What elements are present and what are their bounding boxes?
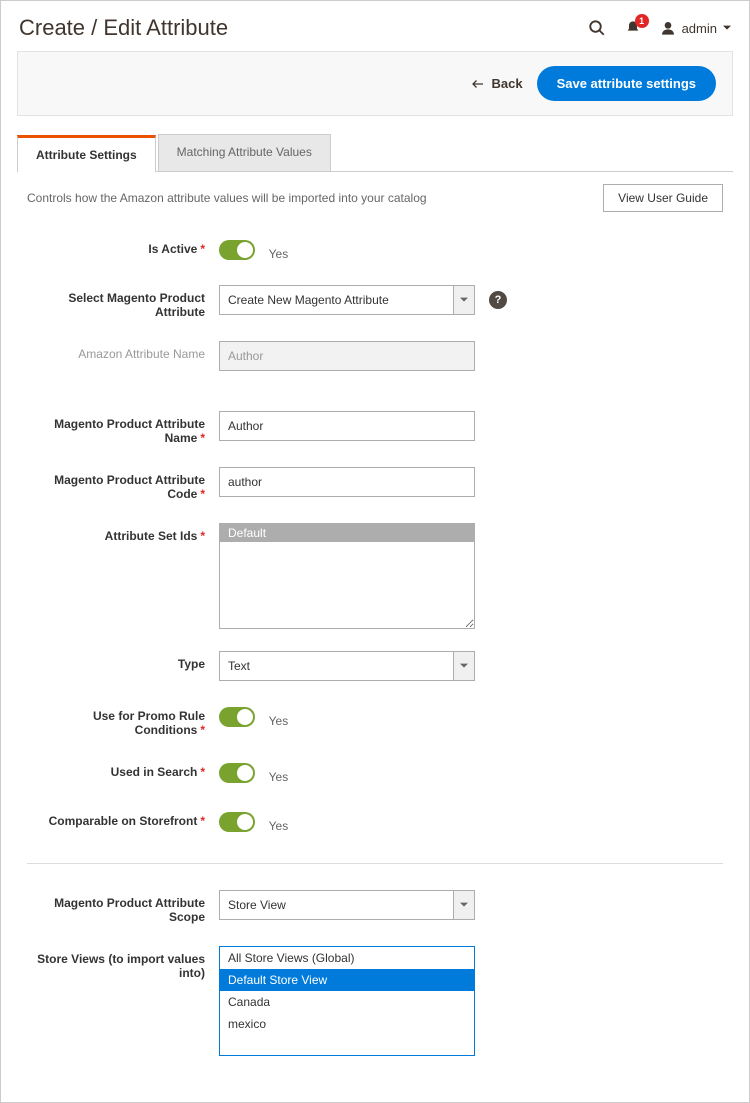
search-icon[interactable] — [588, 19, 606, 37]
row-scope: Magento Product Attribute Scope Store Vi… — [27, 890, 723, 924]
back-button[interactable]: Back — [471, 76, 522, 91]
row-search: Used in Search* Yes — [27, 759, 723, 786]
label-type: Type — [27, 651, 219, 671]
toggle-is-active[interactable] — [219, 240, 255, 260]
description-row: Controls how the Amazon attribute values… — [27, 184, 723, 212]
label-is-active: Is Active* — [27, 236, 219, 256]
store-view-option[interactable]: mexico — [220, 1013, 474, 1035]
toggle-is-active-label: Yes — [269, 247, 289, 261]
row-mage-code: Magento Product Attribute Code* — [27, 467, 723, 501]
row-amazon-name: Amazon Attribute Name — [27, 341, 723, 371]
label-mage-name: Magento Product Attribute Name* — [27, 411, 219, 445]
row-type: Type Text — [27, 651, 723, 681]
tabs: Attribute Settings Matching Attribute Va… — [17, 134, 733, 172]
row-promo: Use for Promo Rule Conditions* Yes — [27, 703, 723, 737]
input-amazon-name — [219, 341, 475, 371]
select-scope-value: Store View — [219, 890, 453, 920]
label-comparable: Comparable on Storefront* — [27, 808, 219, 828]
tab-matching-values[interactable]: Matching Attribute Values — [158, 134, 331, 171]
multiselect-attribute-set[interactable]: Default — [219, 523, 475, 629]
row-select-attribute: Select Magento Product Attribute Create … — [27, 285, 723, 319]
save-button[interactable]: Save attribute settings — [537, 66, 716, 101]
label-mage-code: Magento Product Attribute Code* — [27, 467, 219, 501]
control-is-active: Yes — [219, 236, 475, 263]
toggle-search[interactable] — [219, 763, 255, 783]
store-view-option[interactable]: Canada — [220, 991, 474, 1013]
input-mage-name[interactable] — [219, 411, 475, 441]
row-store-views: Store Views (to import values into) All … — [27, 946, 723, 1056]
label-amazon-name: Amazon Attribute Name — [27, 341, 219, 361]
section-divider — [27, 863, 723, 864]
toggle-comparable-label: Yes — [269, 819, 289, 833]
user-menu[interactable]: admin — [660, 20, 731, 36]
row-attr-set: Attribute Set Ids* Default — [27, 523, 723, 629]
toggle-promo[interactable] — [219, 707, 255, 727]
select-type[interactable]: Text — [219, 651, 475, 681]
input-mage-code[interactable] — [219, 467, 475, 497]
select-scope[interactable]: Store View — [219, 890, 475, 920]
label-promo: Use for Promo Rule Conditions* — [27, 703, 219, 737]
chevron-down-icon — [453, 651, 475, 681]
page-header: Create / Edit Attribute 1 admin — [1, 1, 749, 51]
store-view-option[interactable]: Default Store View — [220, 969, 474, 991]
action-bar: Back Save attribute settings — [17, 51, 733, 116]
arrow-left-icon — [471, 78, 485, 90]
listbox-store-views[interactable]: All Store Views (Global) Default Store V… — [219, 946, 475, 1056]
store-view-option[interactable]: All Store Views (Global) — [220, 947, 474, 969]
tab-attribute-settings[interactable]: Attribute Settings — [17, 135, 156, 172]
description-text: Controls how the Amazon attribute values… — [27, 191, 427, 205]
notification-badge: 1 — [635, 14, 649, 28]
row-is-active: Is Active* Yes — [27, 236, 723, 263]
header-actions: 1 admin — [588, 19, 731, 37]
label-store-views: Store Views (to import values into) — [27, 946, 219, 980]
label-search: Used in Search* — [27, 759, 219, 779]
attr-set-option[interactable]: Default — [220, 524, 474, 542]
page-title: Create / Edit Attribute — [19, 15, 228, 41]
content: Controls how the Amazon attribute values… — [1, 172, 749, 1102]
label-select-attribute: Select Magento Product Attribute — [27, 285, 219, 319]
label-attr-set: Attribute Set Ids* — [27, 523, 219, 543]
toggle-promo-label: Yes — [269, 714, 289, 728]
user-label: admin — [682, 21, 717, 36]
view-user-guide-button[interactable]: View User Guide — [603, 184, 723, 212]
chevron-down-icon — [453, 890, 475, 920]
toggle-comparable[interactable] — [219, 812, 255, 832]
notifications-icon[interactable]: 1 — [624, 19, 642, 37]
toggle-search-label: Yes — [269, 770, 289, 784]
label-scope: Magento Product Attribute Scope — [27, 890, 219, 924]
row-comparable: Comparable on Storefront* Yes — [27, 808, 723, 835]
help-icon[interactable]: ? — [489, 291, 507, 309]
row-mage-name: Magento Product Attribute Name* — [27, 411, 723, 445]
chevron-down-icon — [453, 285, 475, 315]
chevron-down-icon — [723, 24, 731, 32]
select-type-value: Text — [219, 651, 453, 681]
select-magento-attribute[interactable]: Create New Magento Attribute — [219, 285, 475, 315]
select-magento-attribute-value: Create New Magento Attribute — [219, 285, 453, 315]
